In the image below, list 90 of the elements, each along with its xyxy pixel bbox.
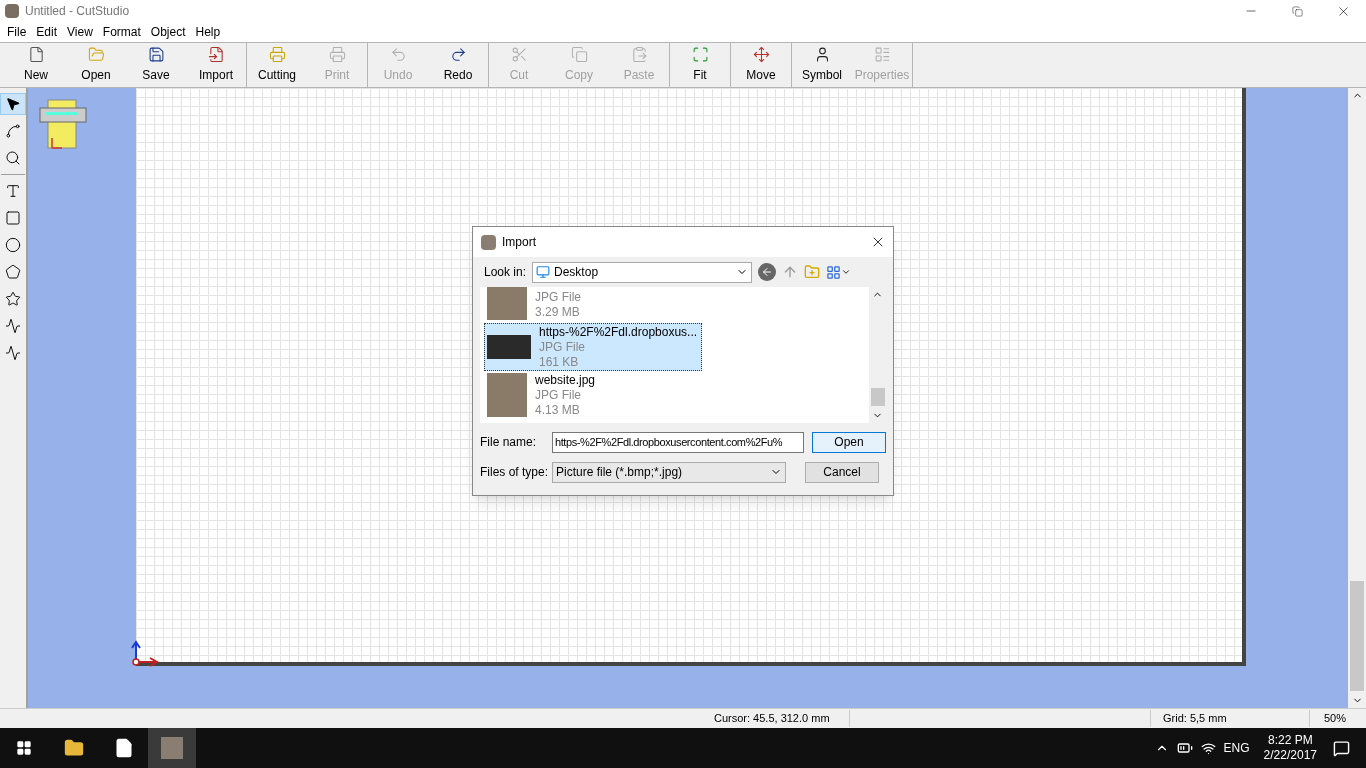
redo-icon <box>449 46 467 63</box>
file-size: 4.13 MB <box>535 402 581 418</box>
window-title: Untitled - CutStudio <box>25 3 130 20</box>
menu-item[interactable]: Object <box>145 23 191 41</box>
file-type: JPG File <box>539 339 586 355</box>
zoom-level: 50% <box>1322 711 1347 727</box>
clock-date[interactable]: 2/22/2017 <box>1263 748 1317 763</box>
printer-icon <box>328 46 346 63</box>
file-type: JPG File <box>535 387 582 403</box>
file-name: website.jpg <box>535 372 596 388</box>
open-button[interactable]: Open <box>812 431 886 453</box>
back-arrow-icon <box>761 266 774 278</box>
file-type: JPG File <box>535 290 581 305</box>
clock-time[interactable]: 8:22 PM <box>1267 733 1313 748</box>
file-type-label: Files of type: <box>480 464 550 481</box>
folder-icon <box>87 46 105 63</box>
grid-view-icon <box>826 264 842 280</box>
pointer-icon <box>5 96 21 112</box>
app-icon <box>161 737 183 759</box>
node-pointer-icon <box>5 123 21 139</box>
restore-icon <box>1291 5 1303 17</box>
undo-icon <box>389 46 407 63</box>
look-in-label: Look in: <box>484 264 527 281</box>
file-size: 161 KB <box>539 354 580 370</box>
scissors-icon <box>510 46 528 63</box>
file-name-label: File name: <box>480 434 538 451</box>
magnifier-icon <box>5 150 21 166</box>
cancel-button[interactable]: Cancel <box>805 461 879 483</box>
view-menu-button[interactable] <box>826 264 852 280</box>
scrollbar[interactable] <box>1348 88 1366 708</box>
notification-icon[interactable] <box>1333 739 1350 757</box>
curve-icon <box>5 345 21 361</box>
menu-item[interactable]: Help <box>190 23 226 41</box>
select-tool-button[interactable] <box>0 93 26 115</box>
fit-frame-icon <box>691 46 709 63</box>
toolbar-button[interactable]: New <box>6 43 66 87</box>
document-icon <box>114 738 134 758</box>
toolbar-button[interactable]: Open <box>66 43 126 87</box>
file-name: https-%2F%2Fdl.dropboxus... <box>539 324 698 340</box>
menu-item[interactable]: File <box>2 23 32 41</box>
printer-icon <box>268 46 286 63</box>
scroll-thumb[interactable] <box>1350 581 1364 691</box>
file-item[interactable]: https-%2F%2Fdl.dropboxus... JPG File 161 KB <box>484 323 702 371</box>
file-import-icon <box>207 46 225 63</box>
photo-placeholder <box>487 373 527 417</box>
battery-icon[interactable] <box>1176 740 1193 756</box>
app-icon <box>5 4 19 18</box>
app-icon <box>481 234 496 250</box>
printer-shortcut-drawing[interactable] <box>38 96 88 152</box>
new-folder-icon <box>804 264 821 280</box>
menu-item[interactable]: Edit <box>31 23 63 41</box>
file-type-dropdown[interactable]: Picture file (*.bmp;*.jpg) <box>552 461 786 483</box>
back-button[interactable] <box>758 263 777 281</box>
copy-icon <box>570 46 588 63</box>
toolbar-button[interactable]: Cutting <box>247 43 307 87</box>
toolbar-button[interactable]: Symbol <box>792 43 852 87</box>
menu-item[interactable]: View <box>62 23 98 41</box>
toolbar-button[interactable]: Move <box>731 43 791 87</box>
file-item[interactable]: JPG File 3.29 MB <box>484 287 702 323</box>
star-icon <box>5 291 21 307</box>
wifi-icon[interactable] <box>1200 740 1216 756</box>
windows-logo-icon <box>16 740 32 756</box>
rectangle-icon <box>5 210 21 226</box>
look-in-dropdown[interactable]: Desktop <box>532 261 753 283</box>
cursor-position: Cursor: 45.5, 312.0 mm <box>700 710 850 727</box>
chevron-down-icon <box>841 267 852 277</box>
photo-placeholder <box>487 287 527 320</box>
grid-size: Grid: 5,5 mm <box>1150 710 1310 727</box>
toolbar-button[interactable]: Fit <box>670 43 730 87</box>
toolbar-button[interactable]: Import <box>186 43 246 87</box>
dialog-title: Import <box>502 234 536 251</box>
photo-placeholder <box>487 335 531 359</box>
file-name-field[interactable]: https-%2F%2Fdl.dropboxusercontent.com%2Fu% <box>552 431 804 453</box>
text-icon <box>5 183 21 199</box>
scroll-thumb[interactable] <box>870 388 885 406</box>
file-item[interactable]: website.jpg JPG File 4.13 MB <box>484 371 702 419</box>
pentagon-icon <box>5 264 21 280</box>
move-arrows-icon <box>752 46 770 63</box>
desktop-icon <box>536 265 551 279</box>
folder-icon <box>64 738 84 758</box>
file-icon <box>27 46 45 63</box>
polyline-icon <box>5 318 21 334</box>
ellipse-icon <box>5 237 21 253</box>
file-size: 3.29 MB <box>535 305 581 320</box>
language-indicator[interactable]: ENG <box>1223 739 1250 757</box>
toolbar-button[interactable]: Save <box>126 43 186 87</box>
properties-icon <box>873 46 891 63</box>
clipboard-icon <box>630 46 648 63</box>
toolbar-button[interactable]: Redo <box>428 43 488 87</box>
menu-item[interactable]: Format <box>97 23 146 41</box>
